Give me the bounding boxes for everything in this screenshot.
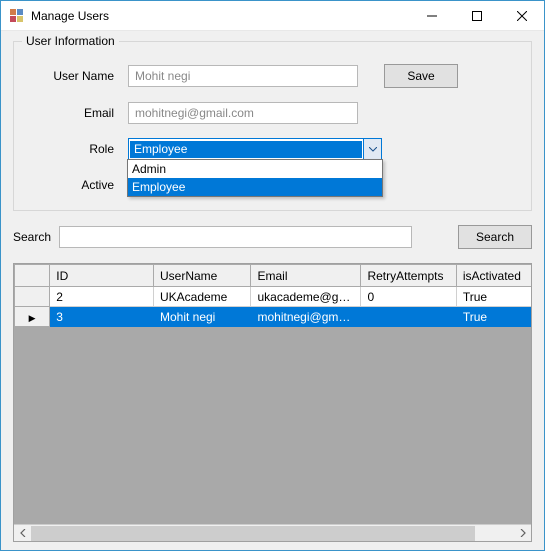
scroll-left-icon[interactable] — [14, 525, 31, 542]
role-option-admin[interactable]: Admin — [128, 160, 382, 178]
search-input[interactable] — [59, 226, 412, 248]
grid-header-row: ID UserName Email RetryAttempts isActiva… — [15, 265, 532, 287]
table-row[interactable]: ▶ 3Mohit negimohitnegi@gmail.... True — [15, 307, 532, 327]
cell[interactable]: mohitnegi@gmail.... — [251, 307, 361, 327]
email-label: Email — [28, 106, 128, 120]
cell[interactable]: 2 — [50, 287, 154, 307]
role-option-employee[interactable]: Employee — [128, 178, 382, 196]
cell[interactable]: Mohit negi — [153, 307, 251, 327]
role-selected-text: Employee — [130, 141, 362, 158]
client-area: User Information User Name Save Email Ro… — [1, 31, 544, 550]
titlebar[interactable]: Manage Users — [1, 1, 544, 31]
cell[interactable] — [361, 307, 456, 327]
search-label: Search — [13, 230, 51, 244]
cell[interactable]: 3 — [50, 307, 154, 327]
window-frame: Manage Users User Information User Name … — [0, 0, 545, 551]
username-input[interactable] — [128, 65, 358, 87]
role-label: Role — [28, 142, 128, 156]
email-input[interactable] — [128, 102, 358, 124]
users-grid[interactable]: ID UserName Email RetryAttempts isActiva… — [13, 263, 532, 542]
table-row[interactable]: 2UKAcademeukacademe@gm...0True — [15, 287, 532, 307]
role-dropdown-list: Admin Employee — [127, 159, 383, 197]
scroll-right-icon[interactable] — [514, 525, 531, 542]
username-label: User Name — [28, 69, 128, 83]
active-label: Active — [28, 178, 128, 192]
cell[interactable]: 0 — [361, 287, 456, 307]
cell[interactable]: True — [456, 287, 531, 307]
cell[interactable]: ukacademe@gm... — [251, 287, 361, 307]
chevron-down-icon[interactable] — [363, 139, 381, 159]
role-dropdown[interactable]: Employee — [128, 138, 382, 160]
cell[interactable]: UKAcademe — [153, 287, 251, 307]
grid-corner[interactable] — [15, 265, 50, 287]
col-email[interactable]: Email — [251, 265, 361, 287]
maximize-button[interactable] — [454, 1, 499, 30]
minimize-button[interactable] — [409, 1, 454, 30]
user-info-group: User Information User Name Save Email Ro… — [13, 41, 532, 211]
scroll-track[interactable] — [31, 525, 514, 542]
col-retry[interactable]: RetryAttempts — [361, 265, 456, 287]
row-header[interactable]: ▶ — [15, 307, 50, 327]
search-button[interactable]: Search — [458, 225, 532, 249]
col-activated[interactable]: isActivated — [456, 265, 531, 287]
horizontal-scrollbar[interactable] — [14, 524, 531, 541]
close-button[interactable] — [499, 1, 544, 30]
row-header[interactable] — [15, 287, 50, 307]
row-indicator-icon: ▶ — [29, 313, 36, 323]
group-title: User Information — [22, 34, 119, 48]
col-username[interactable]: UserName — [153, 265, 251, 287]
col-id[interactable]: ID — [50, 265, 154, 287]
app-icon — [9, 8, 25, 24]
window-title: Manage Users — [31, 9, 409, 23]
cell[interactable]: True — [456, 307, 531, 327]
scroll-thumb[interactable] — [31, 526, 475, 541]
save-button[interactable]: Save — [384, 64, 458, 88]
